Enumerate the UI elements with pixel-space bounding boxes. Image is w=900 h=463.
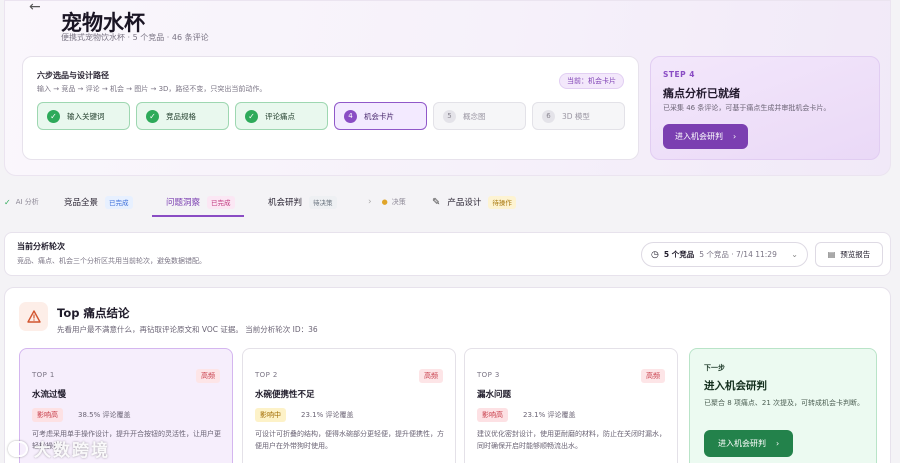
coverage-text: 38.5% 评论覆盖 [78, 411, 131, 419]
pain-name: 水碗便携性不足 [255, 390, 315, 400]
ai-analysis-label: ✓ AI 分析 [4, 197, 39, 207]
step-label: 输入关键词 [67, 111, 105, 121]
top-pain-section: Top 痛点结论 先看用户最不满意什么，再钻取评论原文和 VOC 证据。 当前分… [4, 287, 891, 463]
preview-report-button[interactable]: ▤ 预览报告 [815, 242, 883, 267]
step-list: ✓ 输入关键词 ✓ 竞品规格 ✓ 评论痛点 4 机会卡片 5 概念图 6 3D … [37, 102, 625, 130]
analysis-round-bar: 当前分析轮次 竞品、痛点、机会三个分析区共用当前轮次，避免数据错配。 ◷ 5 个… [4, 232, 891, 276]
check-icon: ✓ [4, 197, 11, 207]
pain-suggestion: 建议优化密封设计，使用更耐磨的材料，防止在关闭时漏水，同时确保开启时能够顺畅流出… [477, 430, 666, 450]
tab-competitors[interactable]: 竞品全景 已完成 [64, 186, 133, 218]
step-label: 竞品规格 [166, 111, 196, 121]
next-step-panel: 下一步 进入机会研判 已聚合 8 项痛点、21 次提及，可转成机会卡判断。 进入… [689, 348, 877, 463]
watermark: 大数跨境 [8, 436, 110, 461]
page-subtitle: 便携式宠物饮水杯 · 5 个竞品 · 46 条评论 [61, 33, 209, 42]
step-specs[interactable]: ✓ 竞品规格 [136, 102, 229, 130]
dot-icon: ● [381, 198, 388, 206]
status-badge: 待操作 [488, 195, 516, 209]
impact-badge: 影响高 [477, 408, 508, 422]
status-badge: 已完成 [207, 195, 235, 209]
section-title: Top 痛点结论 [57, 306, 130, 320]
brush-icon: ✎ [432, 196, 441, 208]
coverage-text: 23.1% 评论覆盖 [523, 411, 576, 419]
step-label: 机会卡片 [364, 111, 394, 121]
history-icon: ◷ [651, 249, 659, 260]
step-keyword[interactable]: ✓ 输入关键词 [37, 102, 130, 130]
enter-opportunity-button[interactable]: 进入机会研判 › [663, 124, 749, 149]
round-desc: 竞品、痛点、机会三个分析区共用当前轮次，避免数据错配。 [17, 257, 206, 265]
pain-suggestion: 可设计可折叠的结构，便得水碗部分更轻便，提升便携性，方便用户在外带狗时使用。 [255, 430, 444, 450]
next-step-label: 下一步 [704, 364, 725, 372]
pain-card-2[interactable]: TOP 2 高频 水碗便携性不足 影响中 23.1% 评论覆盖 可设计可折叠的结… [242, 348, 456, 463]
route-title: 六步选品与设计路径 [37, 71, 109, 80]
status-badge: 待决策 [309, 195, 337, 209]
step-number: 5 [443, 109, 456, 123]
frequency-badge: 高频 [419, 369, 443, 383]
step-number: 4 [344, 109, 357, 123]
pain-name: 漏水问题 [477, 390, 512, 400]
step-label: 评论痛点 [265, 111, 295, 121]
next-step-title: 进入机会研判 [704, 380, 767, 392]
chevron-right-icon: › [368, 197, 372, 207]
enter-opportunity-button[interactable]: 进入机会研判 › [704, 430, 794, 457]
warning-icon [19, 302, 48, 331]
frequency-badge: 高频 [641, 369, 665, 383]
check-icon: ✓ [47, 109, 60, 123]
tab-product-design[interactable]: ✎ 产品设计 待操作 [432, 186, 516, 218]
document-icon: ▤ [827, 250, 836, 259]
analysis-tabs: ✓ AI 分析 竞品全景 已完成 问题洞察 已完成 机会研判 待决策 › ● 决… [0, 186, 900, 218]
frequency-badge: 高频 [196, 369, 220, 383]
step-label: 3D 模型 [562, 111, 590, 121]
pain-name: 水流过慢 [32, 390, 67, 400]
step-number: 6 [542, 109, 555, 123]
step-reviews[interactable]: ✓ 评论痛点 [235, 102, 328, 130]
tab-opportunity[interactable]: 机会研判 待决策 [268, 186, 337, 218]
active-tab-indicator [152, 215, 244, 217]
step-opportunity[interactable]: 4 机会卡片 [334, 102, 427, 130]
coverage-text: 23.1% 评论覆盖 [301, 411, 354, 419]
pain-card-3[interactable]: TOP 3 高频 漏水问题 影响高 23.1% 评论覆盖 建议优化密封设计，使用… [464, 348, 678, 463]
step-indicator: STEP 4 [663, 70, 695, 79]
impact-badge: 影响中 [255, 408, 286, 422]
tab-insights[interactable]: 问题洞察 已完成 [166, 186, 235, 218]
step-3d-model[interactable]: 6 3D 模型 [532, 102, 625, 130]
button-label: 进入机会研判 [675, 132, 723, 141]
current-step-badge: 当前：机会卡片 [559, 73, 624, 89]
route-card: 六步选品与设计路径 输入 → 竞品 → 评论 → 机会 → 图片 → 3D，路径… [22, 56, 639, 160]
round-title: 当前分析轮次 [17, 242, 65, 251]
step-label: 概念图 [463, 111, 486, 121]
brand-logo-icon [8, 440, 28, 457]
impact-badge: 影响高 [32, 408, 63, 422]
check-icon: ✓ [146, 109, 159, 123]
chevron-right-icon: › [776, 439, 780, 448]
product-header: ← 宠物水杯 便携式宠物饮水杯 · 5 个竞品 · 46 条评论 六步选品与设计… [4, 0, 891, 176]
status-badge: 已完成 [105, 195, 133, 209]
section-desc: 先看用户最不满意什么，再钻取评论原文和 VOC 证据。 当前分析轮次 ID：36 [57, 325, 318, 334]
arrow-left-icon[interactable]: ← [29, 0, 41, 15]
check-icon: ✓ [245, 109, 258, 123]
tab-decision[interactable]: › ● 决策 [368, 186, 406, 218]
round-select[interactable]: ◷ 5 个竞品 5 个竞品 · 7/14 11:29 ⌄ [641, 242, 808, 267]
next-card-title: 痛点分析已就绪 [663, 87, 740, 100]
chevron-right-icon: › [733, 132, 737, 141]
route-desc: 输入 → 竞品 → 评论 → 机会 → 图片 → 3D，路径不变，只突出当前动作… [37, 85, 267, 93]
next-step-desc: 已聚合 8 项痛点、21 次提及，可转成机会卡判断。 [704, 399, 865, 407]
button-label: 进入机会研判 [718, 439, 766, 448]
next-step-card: STEP 4 痛点分析已就绪 已采集 46 条评论，可基于痛点生成并审批机会卡片… [650, 56, 880, 160]
next-card-desc: 已采集 46 条评论，可基于痛点生成并审批机会卡片。 [663, 104, 831, 112]
step-concept[interactable]: 5 概念图 [433, 102, 526, 130]
chevron-down-icon: ⌄ [791, 250, 798, 259]
